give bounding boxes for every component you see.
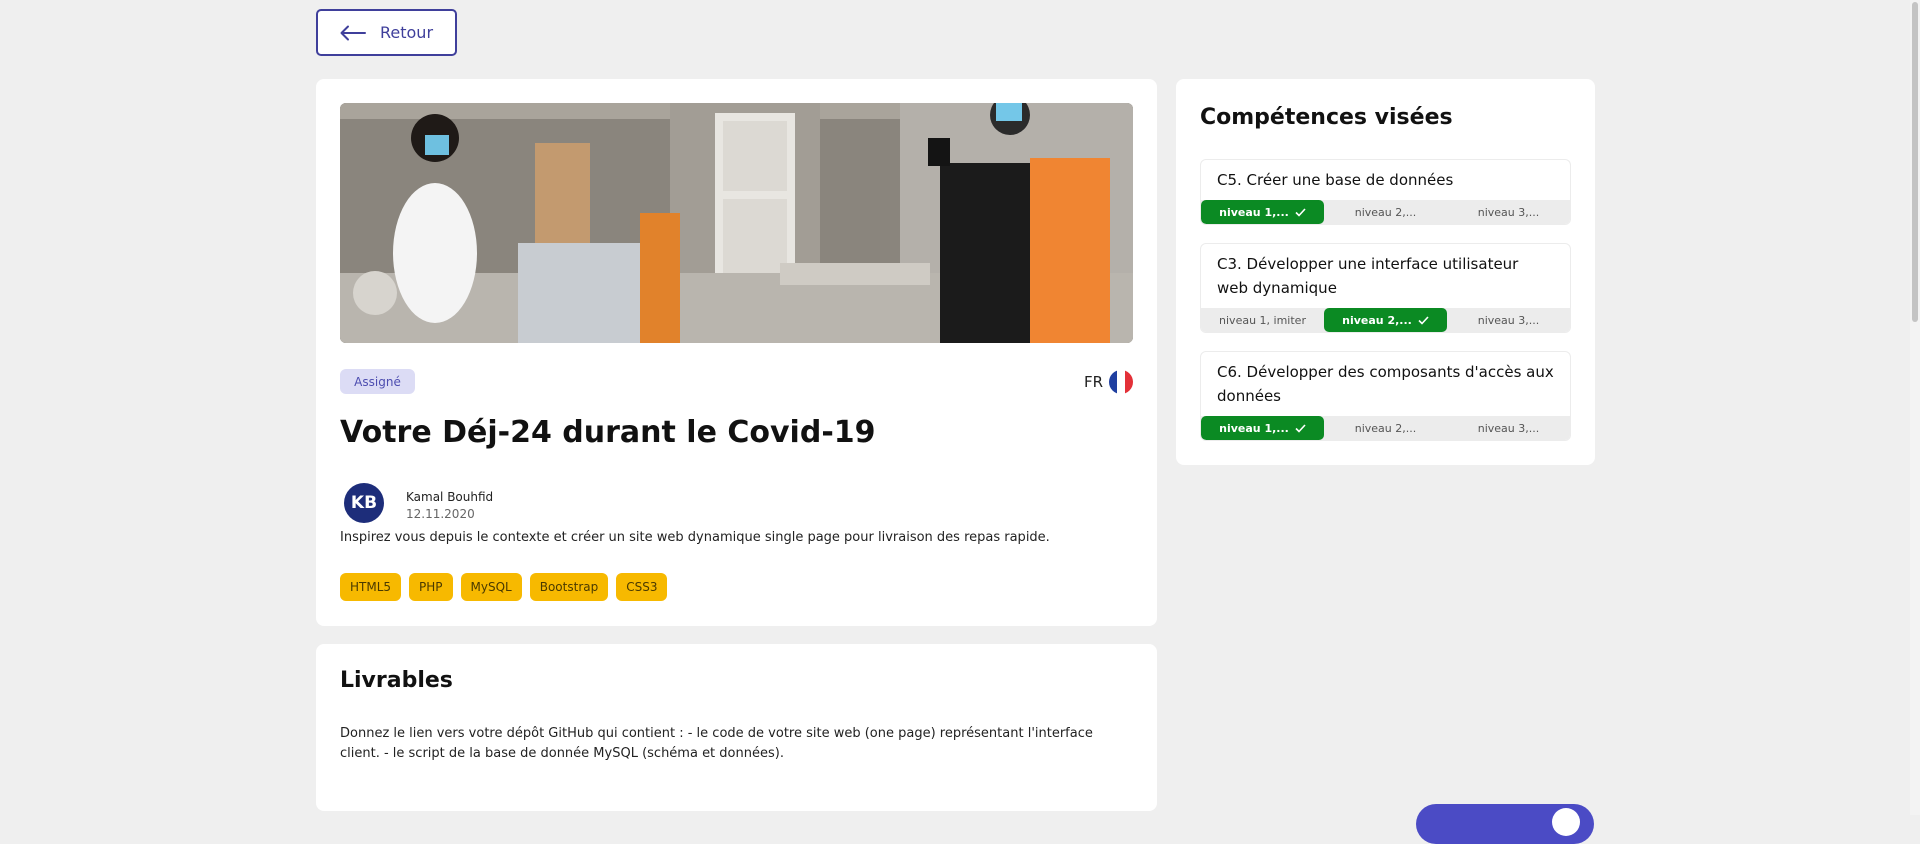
check-icon xyxy=(1295,423,1306,433)
tag-php: PHP xyxy=(409,573,453,601)
level-3-option[interactable]: niveau 3,... xyxy=(1447,200,1570,224)
project-description: Inspirez vous depuis le contexte et crée… xyxy=(340,530,1050,545)
publish-date: 12.11.2020 xyxy=(406,507,475,521)
back-label: Retour xyxy=(380,23,434,42)
author-name: Kamal Bouhfid xyxy=(406,490,494,504)
level-label: niveau 2,... xyxy=(1354,421,1417,435)
level-2-option[interactable]: niveau 2,... xyxy=(1324,416,1447,440)
project-card: Assigné FR Votre Déj-24 durant le Covid-… xyxy=(316,79,1157,626)
scrollbar-thumb[interactable] xyxy=(1912,2,1918,322)
page-scrollbar[interactable] xyxy=(1910,0,1920,815)
livrables-title: Livrables xyxy=(340,668,453,693)
competence-item: C5. Créer une base de données niveau 1,.… xyxy=(1200,159,1571,225)
level-1-option[interactable]: niveau 1, imiter xyxy=(1201,308,1324,332)
level-label: niveau 3,... xyxy=(1477,313,1540,327)
competence-title: C5. Créer une base de données xyxy=(1217,171,1454,189)
language-indicator: FR xyxy=(1084,369,1133,394)
livrables-text: Donnez le lien vers votre dépôt GitHub q… xyxy=(340,726,1093,761)
check-icon xyxy=(1418,315,1429,325)
level-label: niveau 1,... xyxy=(1219,205,1289,219)
level-1-option[interactable]: niveau 1,... xyxy=(1201,416,1324,440)
level-label: niveau 1, imiter xyxy=(1219,313,1306,327)
level-2-option[interactable]: niveau 2,... xyxy=(1324,308,1447,332)
competence-title: C6. Développer des composants d'accès au… xyxy=(1217,363,1554,405)
tag-bootstrap: Bootstrap xyxy=(529,573,609,601)
competences-title: Compétences visées xyxy=(1200,105,1453,130)
level-3-option[interactable]: niveau 3,... xyxy=(1447,308,1570,332)
fab-icon xyxy=(1552,808,1580,836)
tag-mysql: MySQL xyxy=(460,573,522,601)
level-label: niveau 3,... xyxy=(1477,205,1540,219)
level-2-option[interactable]: niveau 2,... xyxy=(1324,200,1447,224)
language-code: FR xyxy=(1083,372,1103,391)
level-3-option[interactable]: niveau 3,... xyxy=(1447,416,1570,440)
level-selector: niveau 1,... niveau 2,... niveau 3,... xyxy=(1201,416,1570,440)
check-icon xyxy=(1295,207,1306,217)
france-flag-icon xyxy=(1109,369,1133,394)
level-label: niveau 3,... xyxy=(1477,421,1540,435)
level-1-option[interactable]: niveau 1,... xyxy=(1201,200,1324,224)
livrables-card: Livrables Donnez le lien vers votre dépô… xyxy=(316,644,1157,811)
competence-item: C3. Développer une interface utilisateur… xyxy=(1200,243,1571,333)
arrow-left-icon xyxy=(340,25,366,40)
project-title: Votre Déj-24 durant le Covid-19 xyxy=(340,415,876,450)
tag-css3: CSS3 xyxy=(616,573,668,601)
level-label: niveau 1,... xyxy=(1219,421,1289,435)
competence-title: C3. Développer une interface utilisateur… xyxy=(1217,255,1519,297)
level-label: niveau 2,... xyxy=(1342,313,1412,327)
level-selector: niveau 1, imiter niveau 2,... niveau 3,.… xyxy=(1201,308,1570,332)
project-cover-image xyxy=(340,103,1133,343)
level-label: niveau 2,... xyxy=(1354,205,1417,219)
tag-list: HTML5 PHP MySQL Bootstrap CSS3 xyxy=(340,573,668,601)
back-button[interactable]: Retour xyxy=(316,9,457,56)
tag-html5: HTML5 xyxy=(340,573,402,601)
level-selector: niveau 1,... niveau 2,... niveau 3,... xyxy=(1201,200,1570,224)
competence-item: C6. Développer des composants d'accès au… xyxy=(1200,351,1571,441)
status-badge: Assigné xyxy=(340,369,415,394)
author-avatar: KB xyxy=(344,483,384,523)
floating-action-button[interactable] xyxy=(1416,804,1594,844)
competences-card: Compétences visées C5. Créer une base de… xyxy=(1176,79,1595,465)
